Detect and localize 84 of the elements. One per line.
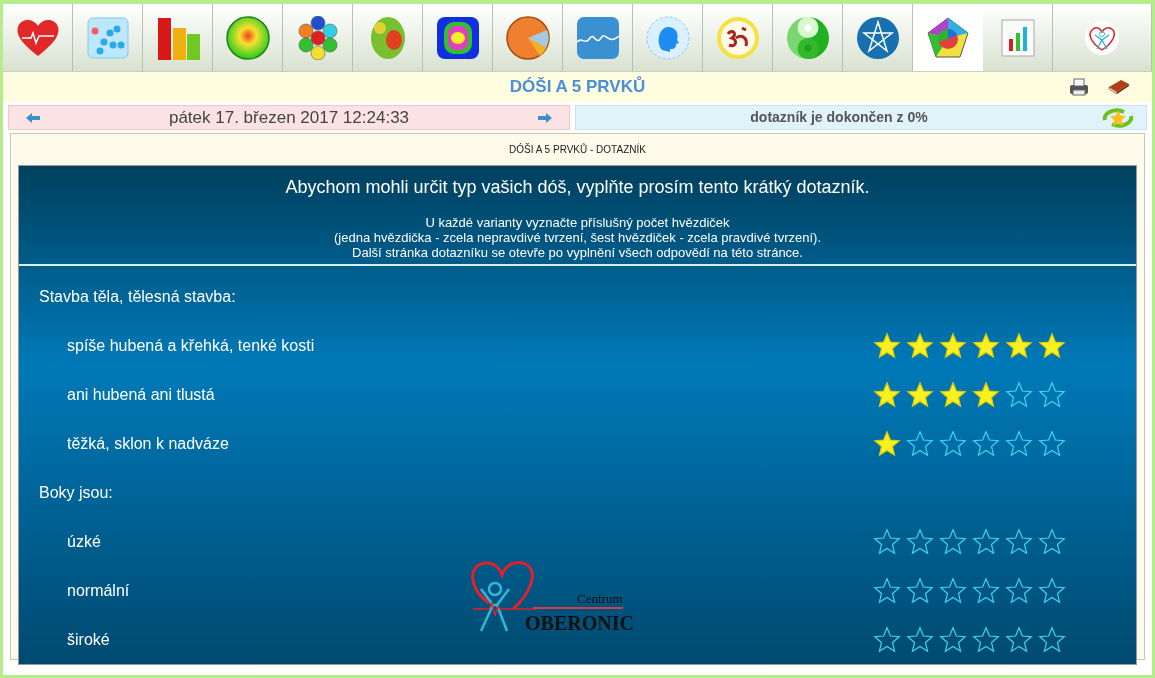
module-tab[interactable] (843, 4, 913, 71)
empty-star-icon[interactable] (1005, 527, 1033, 556)
om-symbol-icon (715, 15, 760, 60)
empty-star-icon[interactable] (972, 429, 1000, 458)
line-graph-icon (575, 15, 620, 60)
logo: Centrum OBERONIC (467, 559, 637, 639)
question-heading: Stavba těla, tělesná stavba: (39, 286, 236, 307)
panel-title: DÓŠI A 5 PRVKŮ - DOTAZNÍK (508, 142, 647, 157)
date-text: pátek 17. březen 2017 12:24:33 (167, 106, 411, 129)
printer-icon[interactable] (1068, 78, 1090, 96)
hexagons-icon (295, 15, 340, 60)
right-arrow-icon[interactable] (537, 111, 553, 124)
module-tab[interactable] (423, 4, 493, 71)
instruction-text: (jedna hvězdička - zcela nepravdivé tvrzení, šest hvězdiček - zcela pravdivé tvrzení). (334, 230, 821, 245)
filled-star-icon[interactable] (906, 331, 934, 360)
empty-star-icon[interactable] (939, 625, 967, 654)
answer-label: normální (67, 580, 130, 601)
empty-star-icon[interactable] (873, 527, 901, 556)
brain-map-icon (369, 15, 406, 60)
module-tab[interactable] (283, 4, 353, 71)
progress-text: dotazník je dokončen z 0% (749, 108, 929, 127)
filled-star-icon[interactable] (972, 380, 1000, 409)
empty-star-icon[interactable] (972, 527, 1000, 556)
empty-star-icon[interactable] (939, 527, 967, 556)
empty-star-icon[interactable] (906, 576, 934, 605)
filled-star-icon[interactable] (873, 331, 901, 360)
instruction-text: U každé varianty vyznačte příslušný počet hvězdiček (425, 215, 730, 230)
module-tab[interactable] (143, 4, 213, 71)
empty-star-icon[interactable] (1005, 380, 1033, 409)
filled-star-icon[interactable] (939, 380, 967, 409)
star-refresh-icon[interactable] (1102, 107, 1134, 128)
answer-label: spíše hubená a křehká, tenké kosti (67, 335, 315, 356)
module-tab[interactable] (213, 4, 283, 71)
empty-star-icon[interactable] (873, 576, 901, 605)
empty-star-icon[interactable] (939, 576, 967, 605)
module-tab[interactable] (493, 4, 563, 71)
pie-chart-icon (505, 15, 550, 60)
filled-star-icon[interactable] (972, 331, 1000, 360)
empty-star-icon[interactable] (873, 625, 901, 654)
empty-star-icon[interactable] (1038, 625, 1066, 654)
empty-star-icon[interactable] (1005, 429, 1033, 458)
question-heading: Boky jsou: (39, 482, 113, 503)
scatter-icon (85, 15, 130, 60)
module-tab[interactable] (353, 4, 423, 71)
empty-star-icon[interactable] (1038, 429, 1066, 458)
intro-text: Abychom mohli určit typ vašich dóš, vyplňte prosím tento krátký dotazník. (285, 176, 870, 199)
empty-star-icon[interactable] (1005, 625, 1033, 654)
bar-report-icon (1000, 18, 1035, 57)
filled-star-icon[interactable] (939, 331, 967, 360)
symmetric-pattern-icon (435, 15, 480, 60)
book-icon[interactable] (1107, 77, 1131, 95)
instruction-text: Další stránka dotazníku se otevře po vyplnění všech odpovědí na této stránce. (352, 245, 803, 260)
filled-star-icon[interactable] (873, 429, 901, 458)
heart-figure-icon (1084, 19, 1120, 56)
empty-star-icon[interactable] (1038, 527, 1066, 556)
empty-star-icon[interactable] (939, 429, 967, 458)
answer-label: těžká, sklon k nadváze (67, 433, 229, 454)
filled-star-icon[interactable] (873, 380, 901, 409)
empty-star-icon[interactable] (906, 429, 934, 458)
module-tab[interactable] (703, 4, 773, 71)
empty-star-icon[interactable] (972, 625, 1000, 654)
empty-star-icon[interactable] (1005, 576, 1033, 605)
answer-label: ani hubená ani tlustá (67, 384, 215, 405)
module-tab[interactable] (633, 4, 703, 71)
yin-yang-icon (785, 15, 830, 60)
filled-star-icon[interactable] (906, 380, 934, 409)
answer-label: široké (67, 629, 110, 650)
bar-chart-icon (155, 15, 200, 60)
empty-star-icon[interactable] (972, 576, 1000, 605)
answer-label: úzké (67, 531, 101, 552)
module-tab[interactable] (3, 4, 73, 71)
gradient-circle-icon (225, 15, 270, 60)
filled-star-icon[interactable] (1005, 331, 1033, 360)
empty-star-icon[interactable] (906, 625, 934, 654)
pentagram-icon (855, 15, 900, 60)
left-arrow-icon[interactable] (25, 111, 41, 124)
pentagon-icon (926, 15, 970, 60)
empty-star-icon[interactable] (1038, 380, 1066, 409)
filled-star-icon[interactable] (1038, 331, 1066, 360)
empty-star-icon[interactable] (906, 527, 934, 556)
head-silhouette-icon (645, 15, 690, 60)
page-title: DÓŠI A 5 PRVKŮ (509, 75, 646, 99)
heart-icon (15, 17, 60, 58)
empty-star-icon[interactable] (1038, 576, 1066, 605)
